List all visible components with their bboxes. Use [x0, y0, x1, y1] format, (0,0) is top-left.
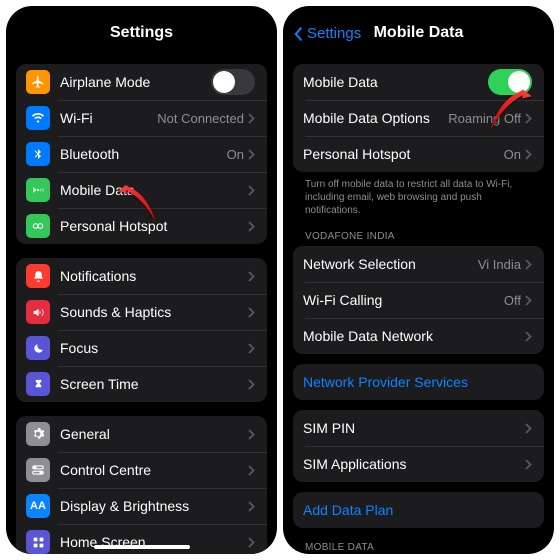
row-display-brightness[interactable]: AA Display & Brightness [16, 488, 267, 524]
chevron-right-icon [525, 149, 532, 160]
row-notifications[interactable]: Notifications [16, 258, 267, 294]
row-label: SIM Applications [303, 456, 525, 472]
chevron-right-icon [525, 259, 532, 270]
row-label: SIM PIN [303, 420, 525, 436]
chevron-right-icon [248, 149, 255, 160]
row-label: Display & Brightness [60, 498, 248, 514]
back-button[interactable]: Settings [293, 25, 361, 42]
row-label: Control Centre [60, 462, 248, 478]
row-wifi-calling[interactable]: Wi-Fi Calling Off [293, 282, 544, 318]
airplane-toggle[interactable] [211, 69, 255, 95]
row-value: Vi India [478, 257, 521, 272]
navbar: Settings [6, 6, 277, 50]
row-label: Mobile Data Network [303, 328, 525, 344]
row-bluetooth[interactable]: Bluetooth On [16, 136, 267, 172]
bell-icon [26, 264, 50, 288]
row-label: Sounds & Haptics [60, 304, 248, 320]
row-label: Add Data Plan [303, 502, 532, 518]
row-mobile-data-options[interactable]: Mobile Data Options Roaming Off [293, 100, 544, 136]
row-mobile-data-toggle[interactable]: Mobile Data [293, 64, 544, 100]
row-home-screen[interactable]: Home Screen [16, 524, 267, 554]
chevron-right-icon [248, 379, 255, 390]
back-label: Settings [307, 25, 361, 42]
row-value: Off [504, 293, 521, 308]
row-label: Bluetooth [60, 146, 227, 162]
chevron-right-icon [525, 295, 532, 306]
row-label: Network Selection [303, 256, 478, 272]
chevron-right-icon [248, 537, 255, 548]
gear-icon [26, 422, 50, 446]
row-network-provider-services[interactable]: Network Provider Services [293, 364, 544, 400]
speaker-icon [26, 300, 50, 324]
footer-text: Turn off mobile data to restrict all dat… [293, 172, 544, 217]
row-label: Notifications [60, 268, 248, 284]
row-value: On [504, 147, 521, 162]
row-label: Wi-Fi [60, 110, 157, 126]
row-label: Wi-Fi Calling [303, 292, 504, 308]
chevron-right-icon [248, 271, 255, 282]
row-wifi[interactable]: Wi-Fi Not Connected [16, 100, 267, 136]
page-title: Settings [110, 24, 173, 42]
row-sim-applications[interactable]: SIM Applications [293, 446, 544, 482]
hourglass-icon [26, 372, 50, 396]
bluetooth-icon [26, 142, 50, 166]
hotspot-icon [26, 214, 50, 238]
row-network-selection[interactable]: Network Selection Vi India [293, 246, 544, 282]
row-label: Personal Hotspot [303, 146, 504, 162]
row-label: Focus [60, 340, 248, 356]
settings-screen: Settings Airplane Mode Wi-Fi Not Connect… [6, 6, 277, 554]
row-sounds-haptics[interactable]: Sounds & Haptics [16, 294, 267, 330]
chevron-right-icon [248, 307, 255, 318]
moon-icon [26, 336, 50, 360]
chevron-right-icon [248, 113, 255, 124]
chevron-right-icon [525, 459, 532, 470]
row-sim-pin[interactable]: SIM PIN [293, 410, 544, 446]
row-value: On [227, 147, 244, 162]
airplane-icon [26, 70, 50, 94]
row-personal-hotspot[interactable]: Personal Hotspot [16, 208, 267, 244]
row-screen-time[interactable]: Screen Time [16, 366, 267, 402]
page-title: Mobile Data [374, 24, 464, 42]
navbar: Settings Mobile Data [283, 6, 554, 50]
switches-icon [26, 458, 50, 482]
chevron-right-icon [525, 113, 532, 124]
row-label: General [60, 426, 248, 442]
text-size-icon: AA [26, 494, 50, 518]
row-label: Network Provider Services [303, 374, 532, 390]
chevron-right-icon [248, 429, 255, 440]
chevron-right-icon [248, 465, 255, 476]
chevron-right-icon [525, 423, 532, 434]
row-mobile-data-network[interactable]: Mobile Data Network [293, 318, 544, 354]
chevron-right-icon [248, 343, 255, 354]
row-add-data-plan[interactable]: Add Data Plan [293, 492, 544, 528]
row-label: Airplane Mode [60, 74, 211, 90]
wifi-icon [26, 106, 50, 130]
row-control-centre[interactable]: Control Centre [16, 452, 267, 488]
row-label: Mobile Data Options [303, 110, 448, 126]
section-header-usage: MOBILE DATA [293, 528, 544, 554]
grid-icon [26, 530, 50, 554]
chevron-right-icon [248, 221, 255, 232]
row-general[interactable]: General [16, 416, 267, 452]
row-label: Personal Hotspot [60, 218, 248, 234]
row-value: Not Connected [157, 111, 244, 126]
section-header-carrier: VODAFONE INDIA [293, 217, 544, 246]
mobile-data-screen: Settings Mobile Data Mobile Data Mobile … [283, 6, 554, 554]
chevron-right-icon [248, 185, 255, 196]
row-value: Roaming Off [448, 111, 521, 126]
mobile-data-toggle[interactable] [488, 69, 532, 95]
row-airplane-mode[interactable]: Airplane Mode [16, 64, 267, 100]
row-personal-hotspot[interactable]: Personal Hotspot On [293, 136, 544, 172]
home-indicator[interactable] [94, 545, 190, 549]
chevron-right-icon [248, 501, 255, 512]
antenna-icon [26, 178, 50, 202]
chevron-right-icon [525, 331, 532, 342]
row-focus[interactable]: Focus [16, 330, 267, 366]
row-label: Mobile Data [303, 74, 488, 90]
row-label: Mobile Data [60, 182, 248, 198]
row-label: Screen Time [60, 376, 248, 392]
row-mobile-data[interactable]: Mobile Data [16, 172, 267, 208]
